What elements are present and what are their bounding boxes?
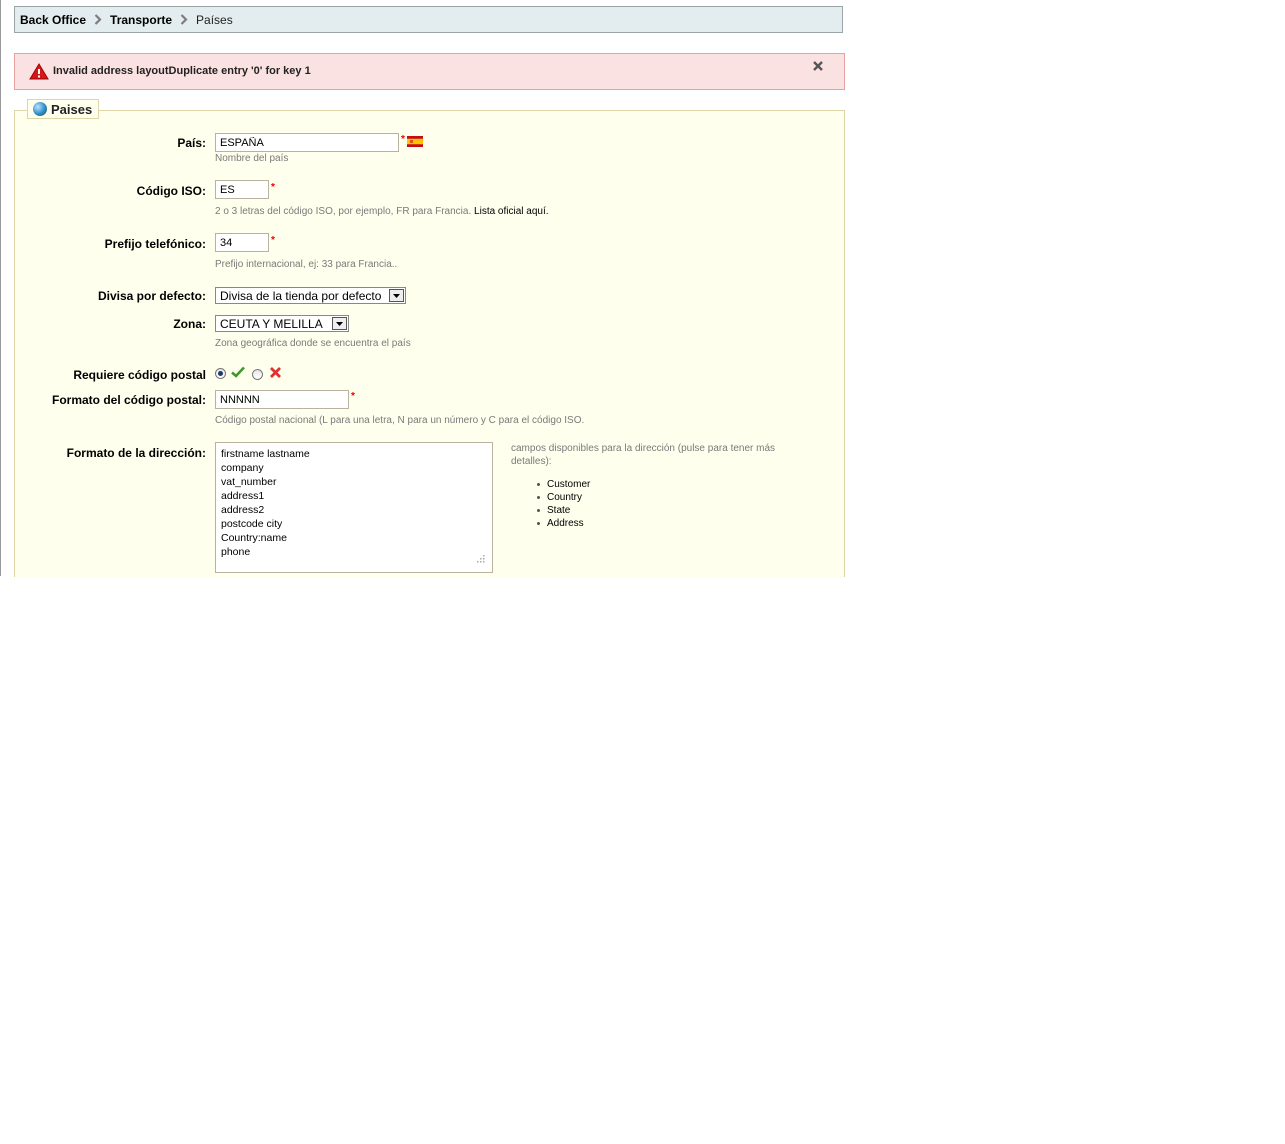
iso-hint-text: 2 o 3 letras del código ISO, por ejemplo… (215, 206, 472, 217)
address-format-textarea[interactable]: firstname lastname company vat_number ad… (215, 442, 493, 573)
currency-select[interactable]: Divisa de la tienda por defecto (215, 287, 406, 304)
zip-format-hint: Código postal nacional (L para una letra… (215, 415, 585, 426)
iso-label: Código ISO: (136, 184, 206, 198)
country-name-input[interactable] (215, 133, 399, 152)
list-item-address[interactable]: Address (527, 517, 590, 530)
zip-format-label: Formato del código postal: (51, 393, 206, 407)
country-label: País: (177, 136, 206, 150)
zip-format-input[interactable] (215, 390, 349, 409)
breadcrumb: Back Office Transporte Países (14, 6, 843, 33)
checkmark-icon (231, 366, 245, 381)
address-format-label: Formato de la dirección: (66, 446, 206, 460)
spain-flag-icon (407, 136, 423, 150)
required-marker: * (401, 134, 405, 145)
required-marker: * (271, 235, 275, 246)
chevron-right-icon (86, 14, 110, 25)
zip-required-yes-radio[interactable] (215, 368, 226, 379)
list-item-customer[interactable]: Customer (527, 478, 590, 491)
page-left-border (0, 0, 1, 576)
warning-icon (29, 63, 49, 83)
required-marker: * (271, 182, 275, 193)
country-hint: Nombre del país (215, 153, 289, 164)
chevron-right-icon (172, 14, 196, 25)
address-fields-help: campos disponibles para la dirección (pu… (511, 443, 776, 467)
error-message-box: Invalid address layoutDuplicate entry '0… (14, 53, 845, 90)
zip-required-no-radio[interactable] (252, 369, 263, 380)
fieldset-legend: Paises (27, 99, 100, 119)
fieldset-title: Paises (51, 101, 93, 117)
phone-prefix-label: Prefijo telefónico: (104, 237, 206, 251)
phone-prefix-hint: Prefijo internacional, ej: 33 para Franc… (215, 259, 398, 270)
phone-prefix-input[interactable] (215, 233, 269, 252)
resize-grip-icon[interactable] (476, 553, 485, 567)
chevron-down-icon[interactable] (389, 289, 404, 302)
address-fields-list: Customer Country State Address (527, 478, 590, 530)
list-item-state[interactable]: State (527, 504, 590, 517)
zip-required-label: Requiere código postal (73, 368, 206, 382)
zone-hint: Zona geográfica donde se encuentra el pa… (215, 338, 411, 349)
currency-label: Divisa por defecto: (97, 289, 206, 303)
zone-select[interactable]: CEUTA Y MELILLA (215, 315, 349, 332)
globe-icon (33, 102, 47, 116)
error-text: Invalid address layoutDuplicate entry '0… (53, 65, 311, 77)
currency-selected-value: Divisa de la tienda por defecto (220, 288, 382, 303)
required-marker: * (351, 391, 355, 402)
close-icon[interactable] (812, 60, 824, 75)
zone-label: Zona: (173, 317, 206, 331)
iso-hint: 2 o 3 letras del código ISO, por ejemplo… (215, 206, 549, 217)
zone-selected-value: CEUTA Y MELILLA (220, 316, 323, 331)
list-item-country[interactable]: Country (527, 491, 590, 504)
breadcrumb-current-paises: Países (196, 12, 233, 27)
breadcrumb-back-office[interactable]: Back Office (20, 13, 86, 27)
breadcrumb-transporte[interactable]: Transporte (110, 13, 172, 27)
iso-code-input[interactable] (215, 180, 269, 199)
chevron-down-icon[interactable] (332, 317, 347, 330)
cross-icon (269, 366, 282, 382)
iso-official-list-link[interactable]: Lista oficial aquí. (474, 206, 549, 217)
address-format-text: firstname lastname company vat_number ad… (221, 448, 310, 558)
